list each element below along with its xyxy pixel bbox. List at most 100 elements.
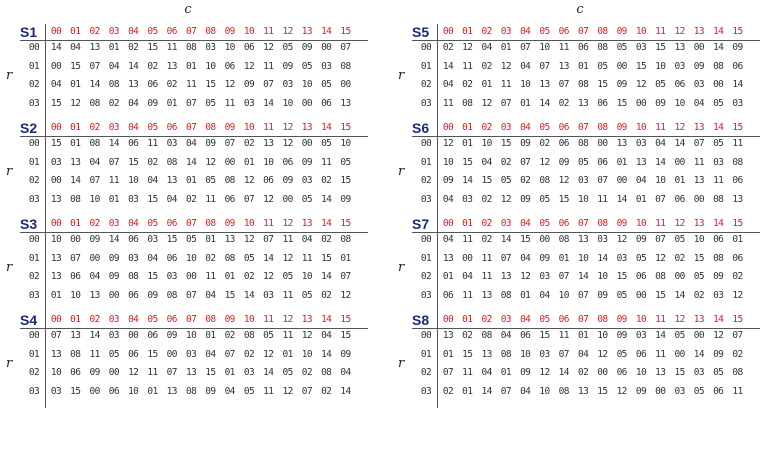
column-header: 13 (693, 26, 705, 37)
sbox-cell: 13 (635, 156, 647, 168)
sbox-cell: 09 (301, 156, 313, 168)
row-axis-label: r (6, 260, 13, 275)
column-header: 12 (674, 314, 685, 325)
sbox-cell: 04 (442, 193, 454, 205)
sbox-cell: 07 (89, 60, 100, 72)
sbox-cell: 10 (693, 234, 705, 245)
sbox-cell: 11 (462, 289, 473, 301)
sbox-cell: 06 (674, 79, 685, 90)
sbox-cell: 05 (282, 367, 293, 378)
column-header: 12 (674, 122, 685, 133)
sbox-cell: 02 (462, 79, 473, 90)
sbox-cell: 11 (442, 97, 454, 109)
sbox-cell: 09 (520, 138, 531, 149)
sbox-cell: 01 (674, 175, 685, 186)
sbox-cell: 13 (185, 367, 197, 378)
column-header: 00 (442, 218, 454, 229)
sbox-cell: 04 (166, 193, 178, 205)
sbox-cell: 06 (224, 193, 236, 205)
sbox-name: S4 (20, 312, 38, 328)
sbox-cell: 02 (732, 271, 743, 282)
sbox-cell: 11 (655, 348, 666, 360)
sbox-cell: 06 (108, 385, 120, 397)
sbox-cell: 09 (616, 330, 628, 341)
sbox-cell: 03 (166, 138, 178, 149)
row-axis-label: r (6, 164, 13, 179)
sbox-cell: 10 (558, 289, 570, 301)
column-header: 02 (481, 218, 492, 229)
sbox-cell: 15 (321, 252, 332, 264)
sbox-cell: 10 (301, 348, 313, 360)
column-header: 08 (205, 314, 216, 325)
sbox-cell: 09 (205, 138, 216, 149)
column-header: 09 (224, 218, 236, 229)
column-header: 07 (185, 314, 197, 325)
column-header: 01 (70, 218, 81, 229)
sbox-cell: 15 (462, 348, 473, 360)
sbox-cell: 13 (340, 97, 351, 109)
sbox-cell: 04 (50, 79, 62, 90)
sbox-cell: 13 (577, 385, 589, 397)
sbox-name: S2 (20, 120, 38, 136)
column-header: 06 (166, 26, 178, 37)
sbox-cell: 02 (243, 271, 255, 282)
column-header: 09 (224, 122, 236, 133)
column-header: 01 (462, 314, 473, 325)
sbox-cell: 14 (263, 97, 274, 109)
sbox-cell: 01 (340, 252, 351, 264)
sbox-cell: 11 (462, 60, 473, 72)
sbox-cell: 15 (340, 175, 351, 186)
column-header: 09 (616, 122, 628, 133)
sbox-cell: 01 (442, 348, 454, 360)
row-axis-label: r (398, 356, 405, 371)
sbox-cell: 06 (282, 156, 293, 168)
sbox-cell: 09 (166, 330, 178, 341)
sbox-cell: 10 (263, 156, 274, 168)
sbox-cell: 06 (128, 138, 139, 149)
sbox-cell: 12 (70, 97, 81, 109)
sbox-cell: 03 (50, 156, 62, 168)
column-header: 05 (147, 314, 158, 325)
sbox-cell: 04 (520, 252, 531, 264)
sbox-cell: 14 (243, 289, 255, 301)
sbox-cell: 05 (243, 385, 255, 397)
sbox-cell: 12 (263, 193, 274, 205)
sbox-cell: 00 (693, 42, 705, 53)
sbox-cell: 10 (282, 97, 293, 109)
sbox-cell: 14 (108, 234, 120, 245)
sbox-cell: 03 (185, 348, 197, 360)
sbox-cell: 02 (243, 348, 255, 360)
sbox-cell: 11 (597, 193, 608, 205)
sbox-cell: 15 (340, 330, 351, 341)
sbox-name: S3 (20, 216, 38, 232)
sbox-cell: 03 (462, 193, 473, 205)
sbox-cell: 07 (224, 138, 236, 149)
column-header: 04 (128, 122, 139, 133)
sbox-cell: 02 (442, 385, 454, 397)
sbox-cell: 02 (243, 138, 255, 149)
sbox-cell: 12 (500, 60, 512, 72)
column-header: 09 (616, 26, 628, 37)
sbox-cell: 02 (481, 234, 492, 245)
sbox-cell: 15 (128, 156, 139, 168)
row-header: 00 (28, 42, 40, 53)
sbox-cell: 05 (713, 138, 724, 149)
sbox-cell: 12 (243, 175, 255, 186)
row-header: 02 (28, 79, 40, 90)
sbox-cell: 09 (713, 271, 724, 282)
sbox-cell: 03 (282, 79, 293, 90)
sbox-cell: 14 (577, 271, 589, 282)
row-header: 03 (28, 97, 40, 109)
sbox-cell: 12 (558, 175, 570, 186)
sbox-cell: 05 (321, 79, 332, 90)
sbox-cell: 05 (205, 175, 216, 186)
sbox-cell: 04 (520, 60, 531, 72)
sbox-cell: 07 (70, 252, 81, 264)
row-header: 03 (28, 385, 40, 397)
sbox-cell: 03 (674, 385, 685, 397)
sbox-header: S5 00 01 02 03 04 05 06 07 08 09 10 11 12 13 14 15 (412, 24, 760, 41)
sbox-cell: 12 (224, 79, 236, 90)
sbox-cell: 05 (635, 252, 647, 264)
column-header: 03 (108, 314, 120, 325)
sbox-header: S7 00 01 02 03 04 05 06 07 08 09 10 11 12 13 14 15 (412, 216, 760, 233)
